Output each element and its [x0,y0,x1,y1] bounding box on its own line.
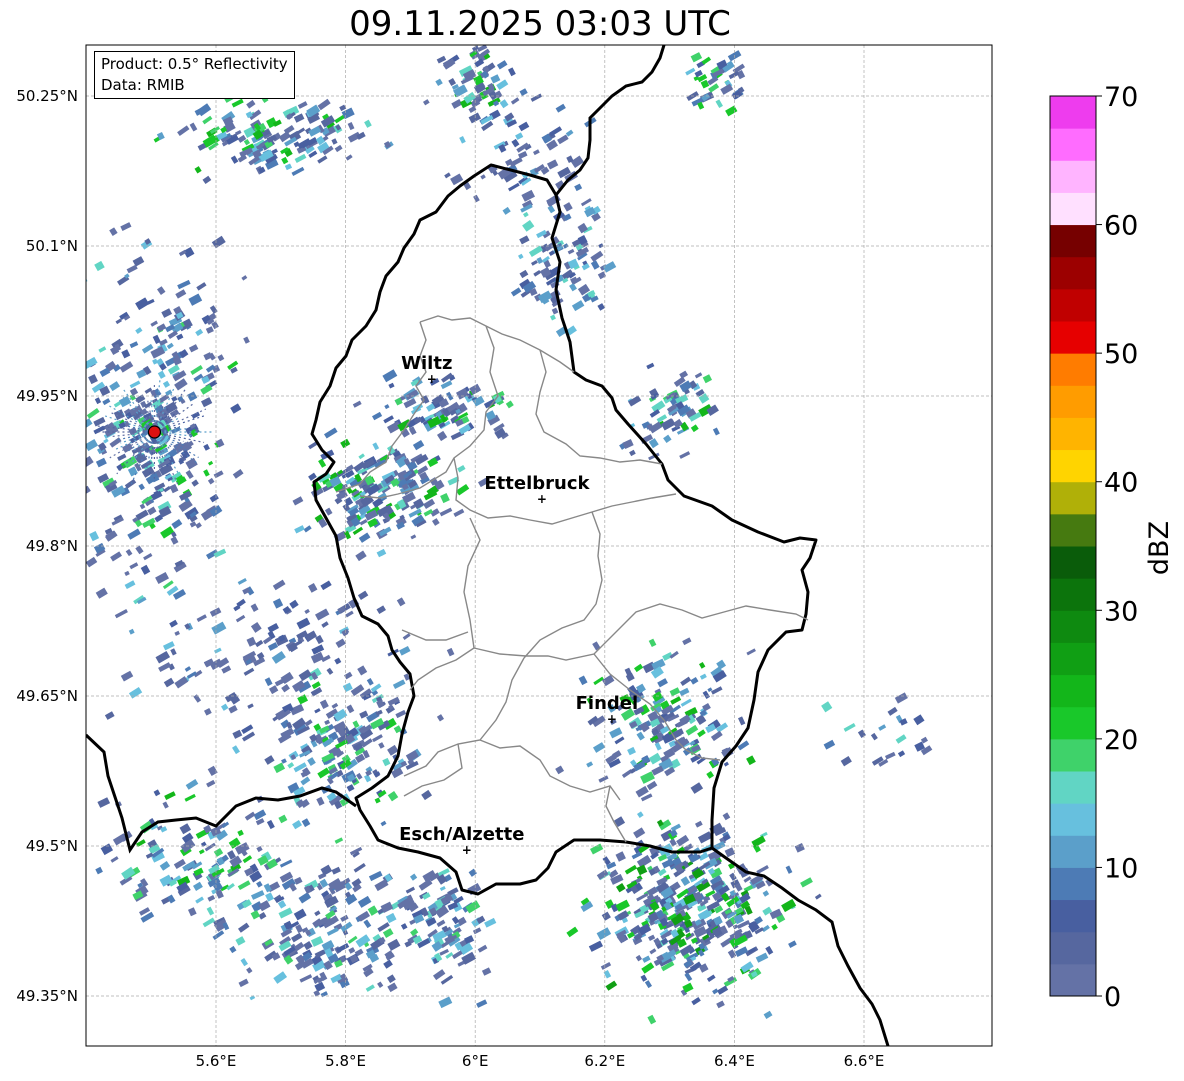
colorbar-segment [1050,513,1096,547]
city-marker: + [607,712,617,726]
echo-cell [71,377,82,386]
colorbar-tick-label: 10 [1104,853,1138,884]
colorbar-segment [1050,610,1096,643]
radar-site-layer [147,425,162,439]
radar-site-marker [147,425,162,439]
lon-tick-label: 6.6°E [844,1052,885,1070]
colorbar-tick-label: 60 [1104,211,1138,242]
colorbar-label: dBZ [1144,521,1175,575]
lat-tick-label: 50.1°N [26,237,78,255]
colorbar-segment [1050,128,1096,161]
lat-tick-label: 50.25°N [16,87,78,105]
data-source-label: Data: RMIB [101,76,185,94]
product-label: Product: 0.5° Reflectivity [101,55,288,73]
city-label: Wiltz [401,353,452,374]
colorbar-segment [1050,353,1096,386]
colorbar-segment [1050,288,1096,322]
radar-map-figure: +Wiltz+Ettelbruck+Findel+Esch/Alzette 5.… [16,44,1175,1070]
colorbar-tick-label: 40 [1104,468,1138,499]
colorbar-segment [1050,963,1096,997]
lon-tick-label: 5.8°E [325,1052,366,1070]
colorbar: 0 10 20 30 40 50 60 70 dBZ [1049,82,1175,1013]
city-marker: + [537,492,547,506]
colorbar-segment [1050,803,1096,836]
lon-tick-label: 6°E [462,1052,489,1070]
colorbar-tick-label: 20 [1104,725,1138,756]
product-info-box: Product: 0.5° Reflectivity Data: RMIB [94,51,295,99]
colorbar-segment [1050,706,1096,740]
colorbar-segment [1050,899,1096,933]
lat-tick-label: 49.65°N [16,687,78,705]
lon-tick-label: 6.4°E [714,1052,755,1070]
colorbar-segment [1050,160,1096,193]
colorbar-segment [1050,256,1096,290]
lat-tick-label: 49.8°N [26,537,78,555]
colorbar-segment [1050,835,1096,868]
echo-cell [86,378,87,385]
colorbar-tick-label: 50 [1104,339,1138,370]
colorbar-tick-label: 30 [1104,596,1138,627]
lat-tick-label: 49.5°N [26,837,78,855]
colorbar-segment [1050,674,1096,708]
echo-cell [76,315,82,322]
colorbar-segment [1050,192,1096,226]
lon-tick-label: 6.2°E [584,1052,625,1070]
colorbar-segment [1050,385,1096,418]
colorbar-segment [1050,546,1096,579]
lat-tick-label: 49.95°N [16,387,78,405]
echo-cell [49,427,61,438]
colorbar-segment [1050,481,1096,515]
city-label: Findel [576,693,639,714]
city-label: Esch/Alzette [399,824,524,845]
colorbar-segment [1050,931,1096,965]
colorbar-segment [1050,224,1096,258]
colorbar-segment [1050,417,1096,451]
colorbar-segment [1050,867,1096,901]
colorbar-segment [1050,578,1096,611]
echo-cell [86,363,88,374]
colorbar-segment [1050,449,1096,483]
colorbar-segment [1050,738,1096,772]
city-label: Ettelbruck [484,473,590,494]
city-marker: + [427,372,437,386]
colorbar-tick-label: 0 [1104,982,1121,1013]
lat-tick-label: 49.35°N [16,987,78,1005]
colorbar-segment [1050,321,1096,354]
city-marker: + [462,843,472,857]
colorbar-segment [1050,96,1096,129]
colorbar-segment [1050,642,1096,676]
lon-tick-label: 5.6°E [196,1052,237,1070]
colorbar-segment [1050,771,1096,804]
colorbar-tick-label: 70 [1104,82,1138,113]
